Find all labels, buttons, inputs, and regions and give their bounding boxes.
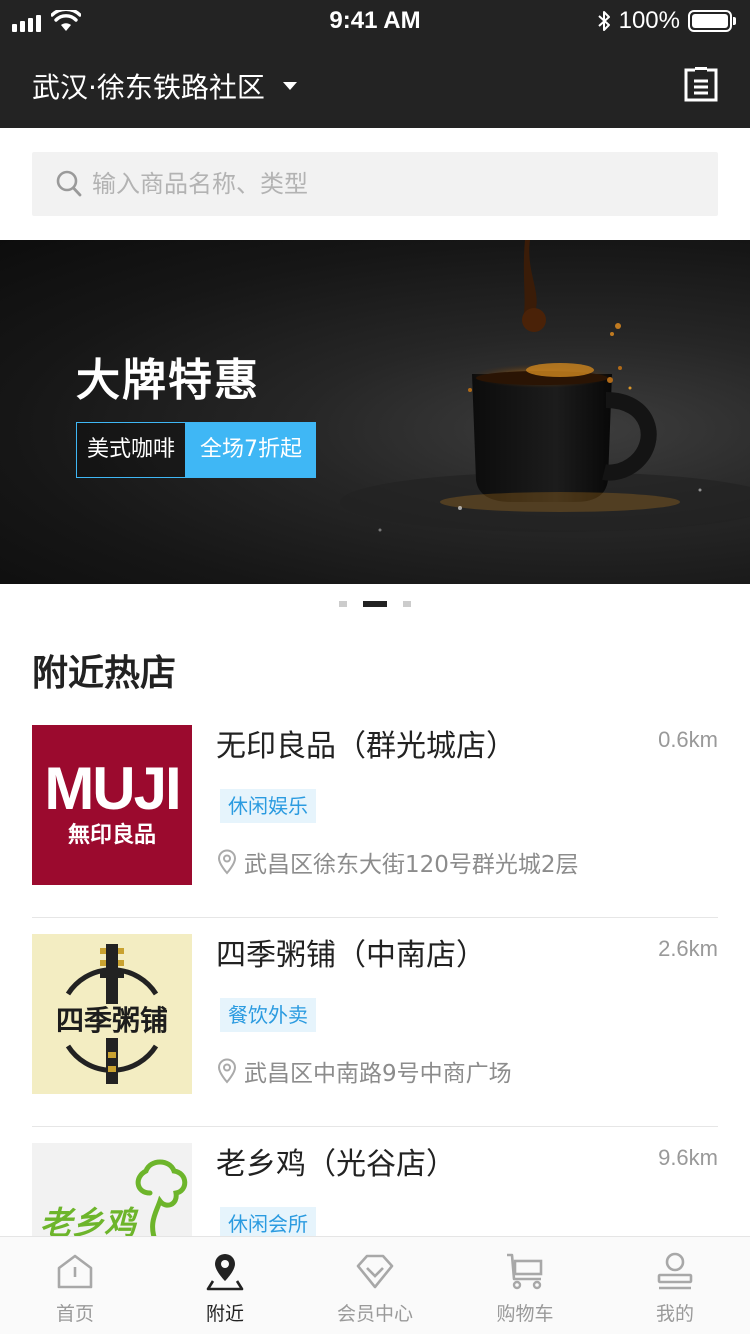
shop-name: 四季粥铺（中南店） xyxy=(216,938,486,973)
section-title: 附近热店 xyxy=(32,653,177,694)
tab-home[interactable]: 首页 xyxy=(0,1237,150,1334)
shop-name: 老乡鸡（光谷店） xyxy=(216,1147,456,1182)
chevron-down-icon xyxy=(282,82,297,90)
tab-label: 购物车 xyxy=(496,1303,554,1325)
shop-address-text: 武昌区中南路9号中商广场 xyxy=(244,1061,512,1087)
tab-me[interactable]: 我的 xyxy=(600,1237,750,1334)
tab-member-center[interactable]: 会员中心 xyxy=(300,1237,450,1334)
shop-logo: MUJI 無印良品 xyxy=(32,725,192,885)
location-pin-icon xyxy=(206,1254,244,1291)
tab-label: 首页 xyxy=(55,1303,94,1325)
search-input[interactable] xyxy=(92,170,692,198)
top-header: 9:41 AM 100% 武汉·徐东铁路社区 xyxy=(0,0,750,128)
tab-label: 我的 xyxy=(655,1303,694,1325)
tab-label: 附近 xyxy=(205,1303,244,1325)
order-list-icon[interactable] xyxy=(684,66,718,102)
shop-logo-wordmark: 四季粥铺 xyxy=(55,1004,168,1037)
shop-logo-wordmark: MUJI xyxy=(44,755,181,822)
tab-nearby[interactable]: 附近 xyxy=(150,1237,300,1334)
shop-distance: 0.6km xyxy=(658,727,718,752)
battery-percent: 100% xyxy=(618,7,680,34)
home-icon xyxy=(57,1254,93,1289)
banner-title: 大牌特惠 xyxy=(76,355,260,406)
diamond-icon xyxy=(356,1254,394,1289)
bottom-tab-bar: 首页 附近 会员中心 购物车 我的 xyxy=(0,1236,750,1334)
banner-tag-discount: 全场7折起 xyxy=(186,422,317,478)
coffee-cup-image xyxy=(340,240,750,532)
tab-label: 会员中心 xyxy=(336,1303,413,1325)
cart-icon xyxy=(507,1253,543,1290)
tab-cart[interactable]: 购物车 xyxy=(450,1237,600,1334)
shop-address: 武昌区中南路9号中商广场 xyxy=(216,1054,512,1088)
search-bar[interactable] xyxy=(32,152,718,216)
banner-tags: 美式咖啡 全场7折起 xyxy=(76,422,317,478)
promo-banner[interactable]: 大牌特惠 美式咖啡 全场7折起 xyxy=(0,240,750,584)
location-selector[interactable]: 武汉·徐东铁路社区 xyxy=(32,66,297,106)
shop-category-tag: 休闲娱乐 xyxy=(220,789,316,823)
search-icon xyxy=(56,170,82,197)
carousel-dot[interactable] xyxy=(339,601,347,607)
shop-address: 武昌区徐东大街120号群光城2层 xyxy=(216,845,579,879)
location-pin-icon xyxy=(217,1058,237,1084)
status-right: 100% xyxy=(597,7,736,35)
shop-category-tag: 餐饮外卖 xyxy=(220,998,316,1032)
shop-item[interactable]: MUJI 無印良品 无印良品（群光城店） 0.6km 休闲娱乐 武昌区徐东大街1… xyxy=(32,709,718,918)
shop-distance: 2.6km xyxy=(658,936,718,961)
user-icon xyxy=(657,1252,693,1290)
shop-distance: 9.6km xyxy=(658,1145,718,1170)
location-pin-icon xyxy=(217,849,237,875)
shop-logo: 四季粥铺 xyxy=(32,934,192,1094)
location-label: 武汉·徐东铁路社区 xyxy=(32,71,265,104)
shop-item[interactable]: 四季粥铺 四季粥铺（中南店） 2.6km 餐饮外卖 武昌区中南路9号中商广场 xyxy=(32,918,718,1127)
shop-logo-subtitle: 無印良品 xyxy=(67,823,156,848)
bluetooth-icon xyxy=(597,11,610,31)
shop-name: 无印良品（群光城店） xyxy=(216,729,516,764)
carousel-indicator[interactable] xyxy=(0,600,750,608)
status-bar: 9:41 AM 100% xyxy=(0,0,750,40)
carousel-dot[interactable] xyxy=(403,601,411,607)
shop-address-text: 武昌区徐东大街120号群光城2层 xyxy=(244,852,579,878)
battery-icon xyxy=(688,10,736,32)
banner-tag-product: 美式咖啡 xyxy=(76,422,187,478)
carousel-dot-active[interactable] xyxy=(363,601,387,607)
